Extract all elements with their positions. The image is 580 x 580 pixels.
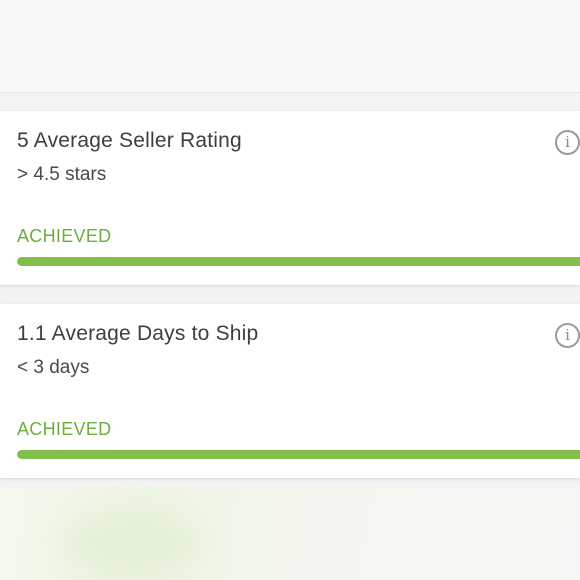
status-label: ACHIEVED [17, 419, 112, 439]
decorative-glow [60, 508, 200, 578]
metric-card-seller-rating: 5 Average Seller Rating > 4.5 stars i AC… [0, 111, 580, 285]
info-icon[interactable]: i [555, 323, 580, 348]
status-label: ACHIEVED [17, 226, 112, 246]
metric-card-days-to-ship: 1.1 Average Days to Ship < 3 days i ACHI… [0, 304, 580, 478]
metric-title: 5 Average Seller Rating [17, 129, 242, 152]
bottom-banner [0, 488, 580, 580]
progress-bar [17, 257, 580, 266]
top-panel [0, 0, 580, 93]
metric-target: < 3 days [17, 357, 90, 378]
metric-title: 1.1 Average Days to Ship [17, 322, 259, 345]
metric-target: > 4.5 stars [17, 164, 107, 185]
info-icon[interactable]: i [555, 130, 580, 155]
progress-fill [17, 257, 580, 266]
progress-fill [17, 450, 580, 459]
progress-bar [17, 450, 580, 459]
